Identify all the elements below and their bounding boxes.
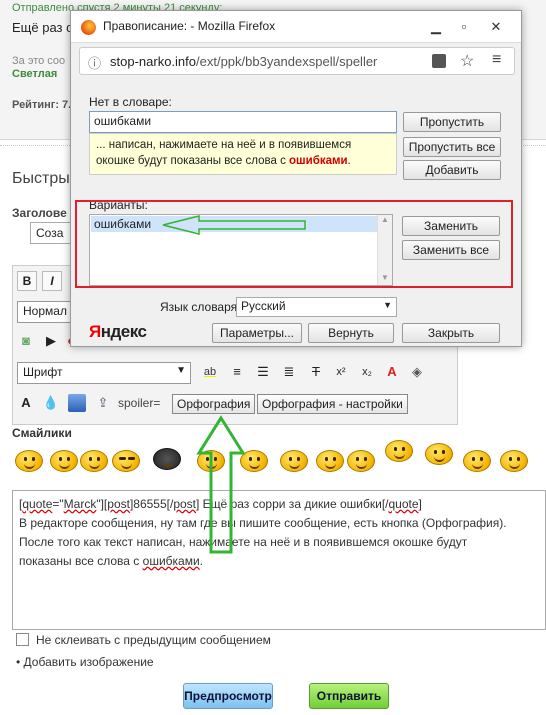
- skip-all-button[interactable]: Пропустить все: [403, 137, 501, 157]
- msg-text: post: [107, 497, 130, 511]
- yandex-logo-rest: ндекс: [100, 322, 147, 341]
- pocket-icon[interactable]: [432, 54, 446, 68]
- window-titlebar: Правописание: - Mozilla Firefox ▁ ▫ ✕: [71, 11, 521, 43]
- smiley-icon[interactable]: [280, 450, 308, 472]
- msg-text: .: [199, 554, 204, 568]
- spoiler-label: spoiler=: [118, 396, 161, 410]
- green-arrow-left-icon: [162, 215, 306, 235]
- window-title: Правописание: - Mozilla Firefox: [103, 19, 276, 33]
- no-merge-label: Не склеивать с предыдущим сообщением: [36, 633, 271, 647]
- yandex-logo-first: Я: [89, 322, 101, 341]
- font-select[interactable]: Шрифт ▼: [17, 362, 191, 384]
- close-button[interactable]: Закрыть: [402, 323, 500, 343]
- smiley-icon[interactable]: [15, 450, 43, 472]
- msg-text: показаны все слова с: [19, 554, 143, 568]
- format-select[interactable]: Нормал: [17, 301, 73, 323]
- info-icon[interactable]: ⓘ: [88, 53, 101, 72]
- subject-label: Заголове: [12, 206, 67, 220]
- rating-text: Рейтинг: 7.: [12, 99, 72, 111]
- eraser-icon[interactable]: ◈: [408, 363, 426, 381]
- skip-button[interactable]: Пропустить: [403, 112, 501, 132]
- smiley-icon[interactable]: [316, 450, 344, 472]
- font-size-icon[interactable]: A: [17, 394, 35, 412]
- preview-button[interactable]: Предпросмотр: [183, 683, 273, 709]
- subscript-icon[interactable]: x₂: [358, 363, 376, 381]
- message-textarea[interactable]: [quote="Marck"][post]86555[/post] Ещё ра…: [12, 490, 546, 630]
- gradient-icon[interactable]: [68, 394, 86, 412]
- word-input[interactable]: ошибками: [89, 111, 397, 133]
- bookmark-star-icon[interactable]: ☆: [460, 51, 474, 71]
- add-image-link[interactable]: • Добавить изображение: [16, 655, 154, 669]
- msg-text: =": [52, 497, 64, 511]
- chevron-down-icon: ▼: [383, 300, 392, 310]
- minimize-icon[interactable]: ▁: [421, 17, 451, 37]
- smiley-icon[interactable]: [500, 450, 528, 472]
- dict-language-label: Язык словаря:: [160, 300, 241, 314]
- msg-text: ]86555[/: [129, 497, 174, 511]
- font-select-value: Шрифт: [23, 365, 63, 379]
- add-button[interactable]: Добавить: [403, 160, 501, 180]
- msg-text: Marck: [63, 497, 97, 511]
- green-arrow-up-icon: [196, 415, 246, 554]
- smileys-label: Смайлики: [12, 426, 72, 440]
- undo-button[interactable]: Вернуть: [308, 323, 394, 343]
- spellcheck-window: Правописание: - Mozilla Firefox ▁ ▫ ✕ ⓘ …: [70, 10, 522, 347]
- msg-line: В редакторе сообщения, ну там где вы пиш…: [19, 516, 507, 530]
- align-justify-icon[interactable]: ☰: [254, 363, 272, 381]
- bold-button[interactable]: B: [17, 271, 37, 291]
- upload-icon[interactable]: ⇪: [94, 394, 112, 412]
- context-box: ... написан, нажимаете на неё и в появив…: [89, 133, 397, 175]
- smiley-icon[interactable]: [50, 450, 78, 472]
- spellcheck-settings-button[interactable]: Орфография - настройки: [257, 394, 408, 414]
- smiley-icon[interactable]: [385, 440, 413, 462]
- italic-button[interactable]: I: [42, 271, 62, 291]
- smiley-icon[interactable]: [347, 450, 375, 472]
- not-in-dict-label: Нет в словаре:: [89, 95, 172, 109]
- strikethrough-icon[interactable]: T: [307, 363, 325, 381]
- highlight-color-icon[interactable]: ab: [201, 363, 219, 381]
- smiley-icon[interactable]: [463, 450, 491, 472]
- dict-language-select[interactable]: Русский ▼: [236, 297, 397, 317]
- align-center-icon[interactable]: ≡: [228, 363, 246, 381]
- superscript-icon[interactable]: x²: [332, 363, 350, 381]
- smiley-icon[interactable]: [425, 443, 453, 465]
- msg-text: "][: [96, 497, 108, 511]
- text-color-icon[interactable]: A: [383, 363, 401, 381]
- image-icon[interactable]: ◙: [17, 332, 35, 350]
- send-button[interactable]: Отправить: [309, 683, 389, 709]
- msg-text: quote: [22, 497, 53, 511]
- smiley-icon[interactable]: [153, 448, 181, 470]
- smiley-icon[interactable]: [80, 450, 108, 472]
- spellcheck-button[interactable]: Орфография: [172, 394, 256, 414]
- reputation-line: За это соо: [12, 55, 66, 67]
- url-path: /ext/ppk/bb3yandexspell/speller: [196, 54, 378, 69]
- play-icon[interactable]: ▶: [42, 332, 60, 350]
- close-icon[interactable]: ✕: [481, 17, 511, 37]
- quick-reply-title: Быстры: [12, 170, 70, 187]
- url-bar[interactable]: ⓘ stop-narko.info/ext/ppk/bb3yandexspell…: [79, 47, 515, 75]
- speller-panel: Нет в словаре: ошибками ... написан, наж…: [71, 79, 521, 346]
- msg-text: post: [173, 497, 197, 511]
- msg-text: ошибками: [142, 554, 200, 568]
- align-right-icon[interactable]: ≣: [280, 363, 298, 381]
- menu-icon[interactable]: ≡: [492, 51, 501, 69]
- msg-text: quote: [388, 497, 419, 511]
- chevron-down-icon: ▼: [176, 365, 186, 376]
- params-button[interactable]: Параметры...: [212, 323, 302, 343]
- dict-language-value: Русский: [241, 299, 286, 313]
- smiley-icon[interactable]: [112, 450, 140, 472]
- maximize-icon[interactable]: ▫: [449, 17, 479, 37]
- context-text: .: [347, 155, 351, 167]
- firefox-logo-icon: [81, 20, 96, 35]
- yandex-logo: Яндекс: [89, 322, 147, 342]
- no-merge-checkbox[interactable]: [16, 633, 29, 646]
- author-link[interactable]: Светлая: [12, 68, 57, 80]
- context-error-word: ошибками: [289, 155, 348, 167]
- drop-icon[interactable]: 💧: [42, 394, 60, 412]
- msg-text: ]: [418, 497, 422, 511]
- url-host: stop-narko.info: [110, 54, 196, 69]
